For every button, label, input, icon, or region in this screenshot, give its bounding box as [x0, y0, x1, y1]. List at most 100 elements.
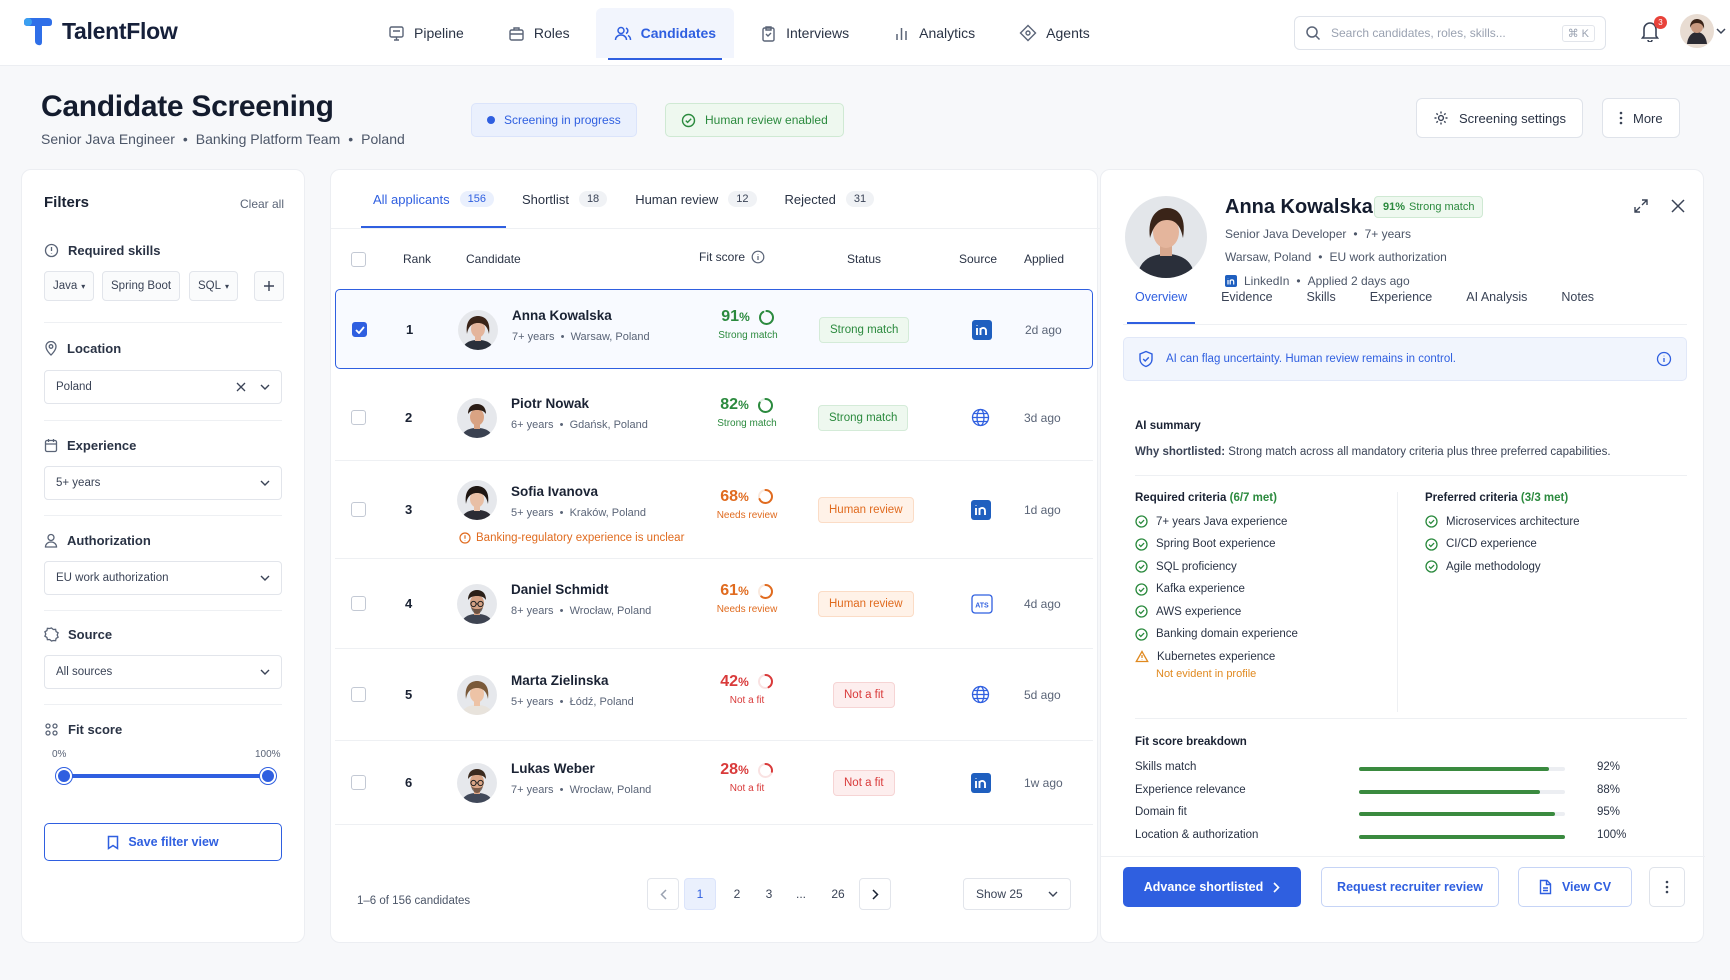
- skill-chip-sql[interactable]: SQL ▾: [189, 271, 239, 301]
- select-all-checkbox[interactable]: [351, 252, 366, 267]
- status-badge: Human review: [818, 496, 914, 523]
- candidate-location: Wrocław, Poland: [569, 784, 652, 796]
- fit-max-handle[interactable]: [260, 768, 276, 784]
- detail-tab-notes[interactable]: Notes: [1539, 290, 1606, 324]
- page-3-button[interactable]: 3: [753, 878, 785, 910]
- row-checkbox[interactable]: [352, 322, 367, 337]
- row-checkbox[interactable]: [351, 501, 366, 517]
- candidate-name[interactable]: Sofia Ivanova: [511, 484, 646, 499]
- row-checkbox[interactable]: [351, 686, 366, 702]
- page-1-button[interactable]: 1: [684, 878, 716, 910]
- tab-all-applicants[interactable]: All applicants 156: [361, 170, 506, 228]
- clear-filters-link[interactable]: Clear all: [240, 197, 284, 211]
- skill-chip-java[interactable]: Java ▾: [44, 271, 95, 301]
- section-divider: [1135, 475, 1687, 476]
- required-criterion: Kubernetes experience: [1135, 650, 1275, 663]
- fit-score-slider-track[interactable]: [64, 774, 268, 778]
- detail-tab-overview[interactable]: Overview: [1123, 290, 1199, 324]
- table-row[interactable]: 1 Anna Kowalska 7+ years • Warsaw, Poland 9…: [335, 289, 1093, 369]
- score-ring-icon: [757, 397, 774, 414]
- table-row[interactable]: 3 Sofia Ivanova 5+ years • Kraków, Poland B…: [335, 460, 1093, 559]
- nav-analytics[interactable]: Analytics: [875, 8, 993, 58]
- view-cv-button[interactable]: View CV: [1518, 867, 1632, 907]
- tab-rejected[interactable]: Rejected 31: [773, 170, 887, 228]
- tab-human-review[interactable]: Human review 12: [623, 170, 768, 228]
- row-rank: 4: [405, 596, 413, 611]
- row-checkbox[interactable]: [351, 596, 366, 611]
- candidate-name[interactable]: Daniel Schmidt: [511, 582, 651, 597]
- required-criterion: AWS experience: [1135, 605, 1241, 618]
- more-button[interactable]: More: [1602, 98, 1680, 138]
- criterion-label: Kafka experience: [1156, 583, 1245, 595]
- fit-min-handle[interactable]: [56, 768, 72, 784]
- detail-source[interactable]: LinkedIn: [1244, 274, 1289, 288]
- nav-pipeline-label: Pipeline: [414, 25, 464, 41]
- clear-x-icon[interactable]: [236, 382, 246, 392]
- global-search[interactable]: ⌘ K: [1294, 16, 1606, 50]
- detail-tab-experience[interactable]: Experience: [1348, 290, 1445, 324]
- avatar: [457, 584, 497, 624]
- prev-page-button[interactable]: [647, 878, 679, 910]
- column-fit-score[interactable]: Fit score: [699, 250, 765, 264]
- table-row[interactable]: 4 Daniel Schmidt 8+ years • Wrocław, Polan…: [335, 559, 1093, 649]
- map-pin-icon: [45, 341, 57, 356]
- source-select[interactable]: All sources: [44, 655, 282, 689]
- candidate-years: 7+ years: [512, 331, 555, 343]
- notifications-button[interactable]: 3: [1640, 16, 1667, 42]
- nav-candidates[interactable]: Candidates: [595, 8, 735, 60]
- table-row[interactable]: 2 Piotr Nowak 6+ years • Gdańsk, Poland 82%…: [335, 375, 1093, 461]
- score-ring-icon: [758, 309, 775, 326]
- why-shortlisted-label: Why shortlisted:: [1135, 446, 1226, 458]
- row-checkbox[interactable]: [351, 410, 366, 425]
- candidate-name[interactable]: Marta Zielinska: [511, 673, 634, 688]
- table-row[interactable]: 5 Marta Zielinska 5+ years • Łódź, Poland 4…: [335, 648, 1093, 741]
- candidate-name[interactable]: Anna Kowalska: [512, 308, 650, 323]
- row-checkbox[interactable]: [351, 775, 366, 790]
- avatar: [457, 763, 497, 803]
- search-input[interactable]: [1331, 26, 1552, 40]
- user-avatar[interactable]: [1680, 14, 1714, 48]
- shield-icon: [1139, 350, 1153, 368]
- skill-chip-spring-boot[interactable]: Spring Boot: [102, 271, 181, 301]
- detail-tab-evidence[interactable]: Evidence: [1199, 290, 1284, 324]
- results-summary: 1–6 of 156 candidates: [357, 895, 471, 907]
- request-recruiter-review-button[interactable]: Request recruiter review: [1321, 867, 1499, 907]
- save-filter-view-button[interactable]: Save filter view: [44, 823, 282, 861]
- app-logo[interactable]: TalentFlow: [22, 16, 178, 46]
- experience-select[interactable]: 5+ years: [44, 466, 282, 500]
- next-page-button[interactable]: [859, 878, 891, 910]
- skill-chip-label: SQL: [198, 280, 222, 292]
- detail-tab-skills[interactable]: Skills: [1285, 290, 1348, 324]
- add-skill-button[interactable]: [254, 271, 284, 301]
- account-menu-chevron-icon[interactable]: [1716, 28, 1726, 35]
- tab-shortlist[interactable]: Shortlist 18: [510, 170, 619, 228]
- candidate-photo: [1125, 196, 1207, 278]
- authorization-select[interactable]: EU work authorization: [44, 561, 282, 595]
- screening-settings-button[interactable]: Screening settings: [1416, 98, 1583, 138]
- page-2-button[interactable]: 2: [721, 878, 753, 910]
- page-26-button[interactable]: 26: [822, 878, 854, 910]
- preferred-criterion: Microservices architecture: [1425, 515, 1580, 528]
- fit-breakdown-title: Fit score breakdown: [1135, 736, 1247, 748]
- detail-more-button[interactable]: [1649, 867, 1685, 907]
- nav-agents[interactable]: Agents: [1001, 8, 1108, 58]
- close-icon[interactable]: [1671, 199, 1685, 213]
- bar-chart-icon: [896, 27, 907, 40]
- page-ellipsis: ...: [795, 887, 806, 901]
- location-select[interactable]: Poland: [44, 370, 282, 404]
- tab-label: Rejected: [784, 191, 836, 207]
- advance-shortlisted-button[interactable]: Advance shortlisted: [1123, 867, 1301, 907]
- info-circle-icon[interactable]: [1656, 351, 1672, 367]
- page-size-select[interactable]: Show 25: [963, 878, 1071, 910]
- column-applied: Applied: [1024, 252, 1065, 266]
- candidate-name[interactable]: Piotr Nowak: [511, 396, 648, 411]
- table-row[interactable]: 6 Lukas Weber 7+ years • Wrocław, Poland 28…: [335, 741, 1093, 825]
- detail-tab-ai-analysis[interactable]: AI Analysis: [1444, 290, 1539, 324]
- nav-interviews[interactable]: Interviews: [742, 8, 867, 58]
- nav-pipeline[interactable]: Pipeline: [370, 8, 482, 58]
- nav-roles[interactable]: Roles: [490, 8, 588, 58]
- source-cell: ATS: [971, 594, 993, 614]
- warning-circle-icon: [459, 531, 471, 544]
- expand-icon[interactable]: [1633, 198, 1649, 214]
- candidate-name[interactable]: Lukas Weber: [511, 761, 651, 776]
